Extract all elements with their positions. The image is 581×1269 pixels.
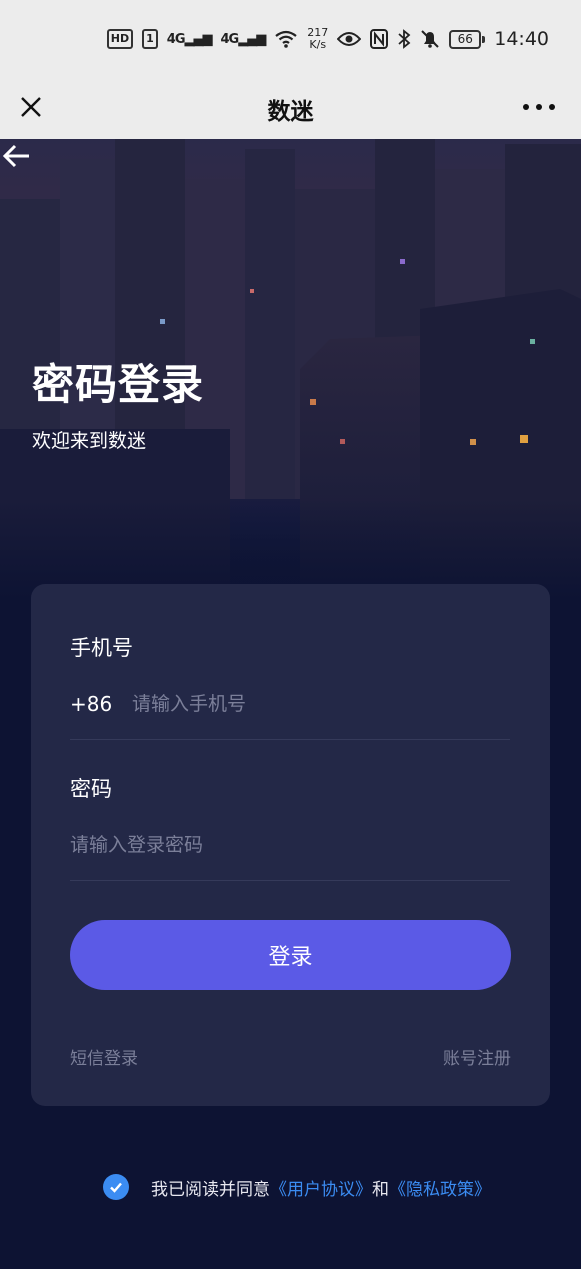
bluetooth-icon	[398, 29, 411, 49]
sim-icon: 1	[142, 29, 158, 49]
user-agreement-link[interactable]: 《用户协议》	[270, 1175, 372, 1200]
agreement-checkbox[interactable]	[103, 1174, 129, 1200]
login-button[interactable]: 登录	[70, 920, 511, 990]
phone-input[interactable]	[132, 690, 502, 718]
password-label: 密码	[70, 777, 112, 801]
close-icon[interactable]	[16, 92, 46, 122]
register-link[interactable]: 账号注册	[443, 1044, 511, 1069]
hero-banner: 密码登录 欢迎来到数迷	[0, 139, 581, 599]
check-icon	[110, 1182, 122, 1193]
hero-title: 密码登录	[32, 360, 205, 409]
agreement-row: 我已阅读并同意 《用户协议》 和 《隐私政策》	[103, 1174, 491, 1200]
page-title: 数迷	[267, 98, 314, 125]
password-divider	[70, 880, 510, 881]
mute-bell-icon	[421, 30, 439, 48]
nfc-icon	[370, 29, 389, 49]
clock: 14:40	[494, 28, 549, 50]
more-options-button[interactable]	[519, 92, 559, 122]
agreement-and: 和	[372, 1179, 389, 1200]
agreement-text: 我已阅读并同意	[151, 1179, 270, 1200]
login-card: 手机号 +86 密码 登录 短信登录 账号注册	[31, 584, 550, 1106]
dot-icon	[523, 104, 529, 110]
eye-icon	[337, 32, 362, 46]
dot-icon	[536, 104, 542, 110]
wifi-icon	[275, 30, 297, 48]
privacy-policy-link[interactable]: 《隐私政策》	[389, 1175, 491, 1200]
signal-icon-2: 4G▂▄▆	[220, 31, 267, 47]
network-speed: 217 K/s	[307, 26, 329, 51]
battery-icon: 66	[449, 29, 486, 49]
phone-divider	[70, 739, 510, 740]
title-bar: 数迷	[0, 78, 581, 139]
dot-icon	[549, 104, 555, 110]
back-arrow-icon[interactable]	[0, 139, 34, 173]
phone-label: 手机号	[70, 636, 133, 660]
sms-login-link[interactable]: 短信登录	[70, 1044, 138, 1069]
country-code[interactable]: +86	[70, 692, 112, 716]
signal-icon: 4G▂▄▆	[166, 31, 213, 47]
hd-icon: HD	[106, 29, 134, 49]
password-input[interactable]	[70, 831, 500, 859]
status-bar: HD 1 4G▂▄▆ 4G▂▄▆ 217 K/s 66 14:40	[0, 0, 581, 78]
hero-subtitle: 欢迎来到数迷	[32, 430, 147, 452]
